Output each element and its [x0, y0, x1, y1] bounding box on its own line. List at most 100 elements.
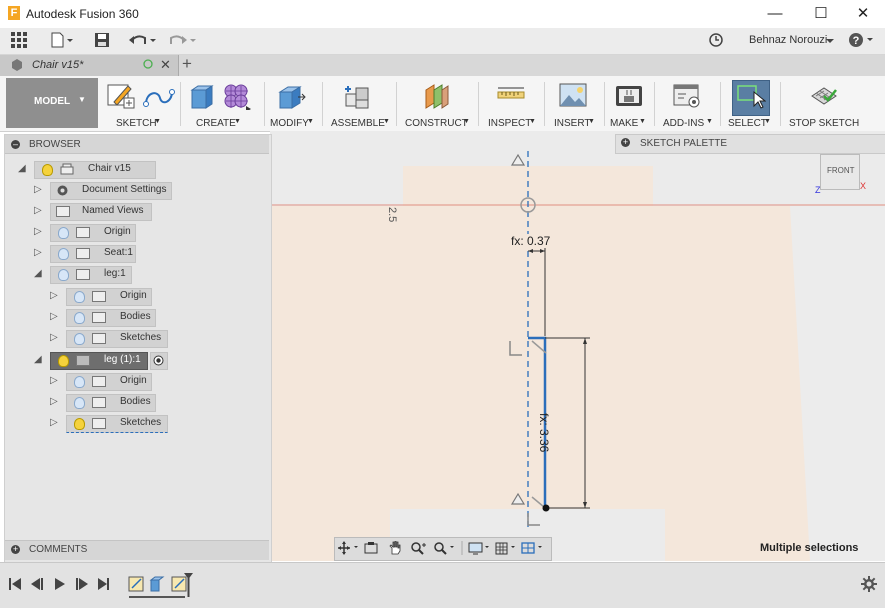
play-icon — [55, 578, 65, 590]
timeline-active-sketch-icon — [171, 576, 187, 592]
go-to-end-icon — [98, 578, 109, 590]
file-menu-icon[interactable] — [50, 32, 74, 50]
insert-image-icon — [559, 83, 587, 107]
construct-group-label: CONSTRUCT — [405, 118, 468, 129]
tree-label: leg (1):1 — [104, 354, 141, 365]
expand-triangle-icon: ▷ — [50, 396, 58, 407]
add-ins-chevron-icon: ▼ — [706, 118, 713, 125]
minimize-button[interactable]: — — [752, 0, 798, 28]
expand-triangle-icon: ▷ — [34, 247, 42, 258]
tree-label: Named Views — [82, 205, 144, 216]
expand-triangle-icon: ▷ — [34, 226, 42, 237]
tree-label: Seat:1 — [104, 247, 133, 258]
undo-icon[interactable] — [128, 32, 158, 50]
inspect-group-label: INSPECT — [488, 118, 532, 129]
grid-settings-icon — [495, 542, 515, 555]
select-group-label: SELECT — [728, 118, 767, 129]
folder-icon — [92, 397, 106, 408]
select-group[interactable]: SELECT ▼ — [724, 78, 776, 130]
select-chevron-icon: ▼ — [764, 118, 771, 125]
visibility-bulb-icon — [74, 312, 85, 324]
expand-palette-icon[interactable]: + — [621, 138, 630, 147]
folder-icon — [92, 291, 106, 302]
create-group-label: CREATE — [196, 118, 236, 129]
stop-sketch-button[interactable]: STOP SKETCH — [784, 78, 859, 130]
help-icon[interactable]: ? — [848, 32, 876, 50]
large-dimension-label[interactable]: fx: 3.36 — [537, 413, 551, 452]
expand-comments-icon[interactable]: + — [11, 545, 20, 554]
app-grid-icon[interactable] — [10, 32, 28, 50]
timeline-extrude-icon — [149, 576, 165, 592]
create-group[interactable]: CREATE ▼ — [182, 78, 262, 130]
redo-icon[interactable] — [168, 32, 198, 50]
expand-triangle-icon: ▷ — [50, 311, 58, 322]
ribbon-divider — [396, 82, 397, 126]
design-canvas[interactable]: fx: 0.37 fx: 3.36 2.5 — [270, 131, 885, 561]
job-status-clock-icon[interactable] — [708, 32, 724, 50]
select-cursor-icon — [737, 85, 766, 109]
timeline-playback-controls[interactable] — [8, 576, 112, 592]
measure-icon — [497, 87, 525, 99]
timeline-settings-gear-icon[interactable] — [861, 576, 877, 592]
modify-group[interactable]: MODIFY ▼ — [266, 78, 316, 130]
window-title: Autodesk Fusion 360 — [26, 7, 139, 21]
ribbon-divider — [604, 82, 605, 126]
ribbon-divider — [478, 82, 479, 126]
fit-zoom-icon — [434, 542, 454, 555]
pattern-icon — [224, 84, 251, 110]
small-dimension-label[interactable]: fx: 0.37 — [511, 234, 551, 248]
user-account-menu[interactable]: Behnaz Norouzi — [749, 34, 827, 46]
component-icon — [60, 163, 74, 175]
visibility-bulb-icon — [58, 269, 69, 281]
inspect-group[interactable]: INSPECT ▼ — [484, 78, 540, 130]
sketch-palette-title: SKETCH PALETTE — [640, 138, 728, 149]
ribbon-divider — [322, 82, 323, 126]
make-group-label: MAKE — [610, 118, 639, 129]
workspace-switcher-button[interactable]: MODEL ▼ — [6, 78, 98, 128]
close-button[interactable]: ✕ — [840, 0, 885, 28]
inspect-chevron-icon: ▼ — [529, 118, 536, 125]
collapse-browser-icon[interactable]: – — [11, 140, 20, 149]
viewcube-face-label[interactable]: FRONT — [827, 166, 855, 175]
construct-group[interactable]: CONSTRUCT ▼ — [400, 78, 472, 130]
add-ins-group[interactable]: ADD-INS ▼ — [658, 78, 718, 130]
create-sketch-icon — [107, 84, 135, 109]
selection-status: Multiple selections — [760, 542, 859, 554]
svg-text:?: ? — [853, 35, 860, 47]
ribbon-divider — [264, 82, 265, 126]
assemble-chevron-icon: ▼ — [383, 118, 390, 125]
timeline-feature-icons[interactable] — [126, 572, 196, 602]
make-group[interactable]: MAKE ▼ — [606, 78, 652, 130]
timeline-sketch-icon — [128, 576, 144, 592]
stop-sketch-icon — [811, 87, 837, 105]
visibility-bulb-icon — [74, 291, 85, 303]
ribbon-divider — [654, 82, 655, 126]
sketch-group-label: SKETCH — [116, 118, 157, 129]
canvas-graphics — [270, 151, 885, 561]
folder-icon — [92, 376, 106, 387]
close-tab-icon[interactable]: ✕ — [160, 57, 171, 73]
add-ins-group-label: ADD-INS — [663, 118, 705, 129]
ribbon-divider — [720, 82, 721, 126]
step-back-icon — [31, 578, 43, 590]
insert-group[interactable]: INSERT ▼ — [548, 78, 600, 130]
user-menu-chevron-icon[interactable] — [826, 36, 834, 48]
component-icon — [76, 269, 90, 280]
active-radio-icon — [153, 355, 164, 366]
sketch-curve-icon — [143, 89, 175, 107]
new-tab-button[interactable]: + — [182, 54, 192, 74]
assemble-group[interactable]: ASSEMBLE ▼ — [326, 78, 392, 130]
maximize-button[interactable]: ☐ — [798, 0, 844, 28]
viewports-icon — [521, 542, 542, 554]
tree-label: Chair v15 — [88, 163, 131, 174]
visibility-bulb-icon — [74, 333, 85, 345]
pan-hand-icon — [389, 541, 401, 555]
document-tab-label[interactable]: Chair v15* — [32, 59, 83, 71]
tree-label: Origin — [120, 290, 147, 301]
tree-label: Document Settings — [82, 184, 167, 195]
sketch-group[interactable]: SKETCH ▼ — [102, 78, 178, 130]
save-icon[interactable] — [94, 32, 110, 50]
nav-toolbar-icons — [338, 541, 542, 555]
expand-triangle-icon: ▷ — [34, 205, 42, 216]
axis-z-icon: Z — [815, 185, 821, 195]
